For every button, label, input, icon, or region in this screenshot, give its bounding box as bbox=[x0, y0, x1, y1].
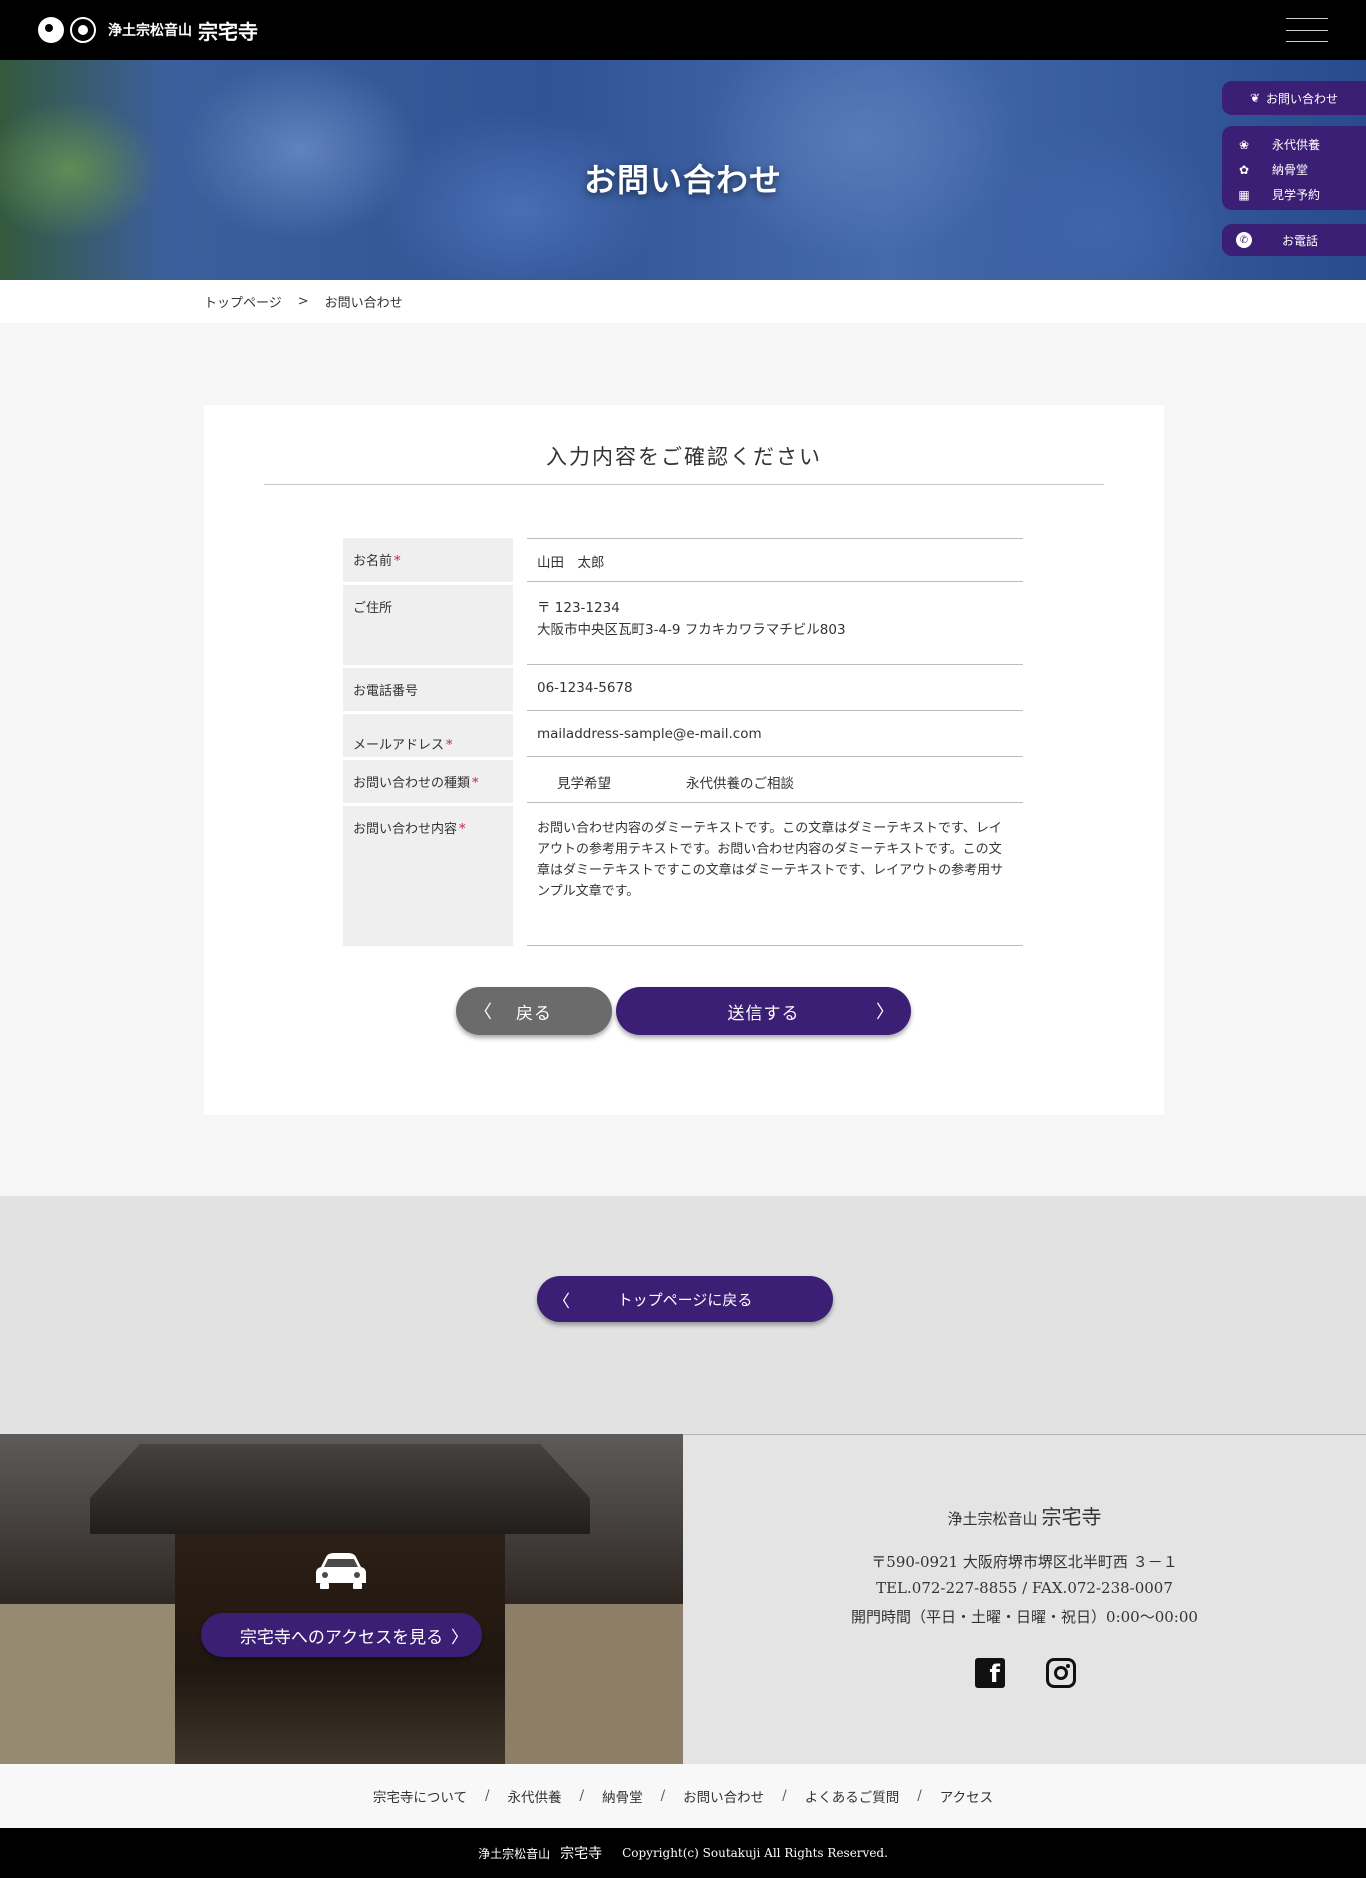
required-mark: * bbox=[394, 554, 401, 569]
chevron-left-icon: 〈 bbox=[474, 1002, 492, 1023]
flower-icon: ❦ bbox=[1249, 91, 1261, 105]
footer-link-contact[interactable]: お問い合わせ bbox=[683, 1786, 764, 1806]
postal-code: 〒 123-1234 bbox=[537, 600, 620, 616]
side-contact-button[interactable]: ❦ お問い合わせ bbox=[1222, 81, 1366, 115]
crest-icon bbox=[38, 17, 64, 43]
chevron-right-icon: 〉 bbox=[876, 1002, 895, 1023]
breadcrumb-bar: トップページ > お問い合わせ bbox=[0, 280, 1366, 323]
logo-sub-text: 浄土宗松音山 bbox=[108, 23, 192, 39]
back-button-label: 戻る bbox=[516, 1003, 552, 1024]
side-contact-label: お問い合わせ bbox=[1266, 91, 1339, 106]
back-button[interactable]: 〈 戻る bbox=[456, 987, 612, 1035]
footer-link-faq[interactable]: よくあるご質問 bbox=[805, 1786, 900, 1806]
table-row: お問い合わせ内容 * お問い合わせ内容のダミーテキストです。この文章はダミーテキス… bbox=[343, 806, 1023, 946]
confirm-table: お名前 * 山田 太郎 ご住所 〒 123-1234 大阪市中央区瓦町3-4-9 … bbox=[343, 538, 1023, 949]
field-label-address: ご住所 bbox=[343, 585, 513, 665]
temple-info: 浄土宗松音山 宗宅寺 〒590-0921 大阪府堺市堺区北半町西 ３－１ TEL.… bbox=[683, 1434, 1366, 1764]
field-value-type: 見学希望 永代供養のご相談 bbox=[527, 760, 1023, 803]
required-mark: * bbox=[459, 822, 466, 837]
breadcrumb-home-link[interactable]: トップページ bbox=[204, 292, 282, 311]
blossom-icon: ✿ bbox=[1238, 162, 1250, 177]
side-item-nokotsudo[interactable]: ✿ 納骨堂 bbox=[1222, 157, 1366, 182]
copyright-main: 宗宅寺 bbox=[560, 1846, 603, 1862]
copyright-bar: 浄土宗松音山 宗宅寺 Copyright(c) Soutakuji All Ri… bbox=[0, 1828, 1366, 1878]
footer-separator: / bbox=[579, 1788, 585, 1804]
social-links: f bbox=[975, 1658, 1076, 1688]
temple-name: 浄土宗松音山 宗宅寺 bbox=[947, 1505, 1102, 1529]
footer-link-nokotsudo[interactable]: 納骨堂 bbox=[602, 1786, 643, 1806]
field-label-content: お問い合わせ内容 * bbox=[343, 806, 513, 946]
side-menu-group: ❀ 永代供養 ✿ 納骨堂 ▦ 見学予約 bbox=[1222, 126, 1366, 210]
field-value-content: お問い合わせ内容のダミーテキストです。この文章はダミーテキストです、レイアウトの… bbox=[527, 806, 1023, 946]
site-header: 浄土宗松音山 宗宅寺 bbox=[0, 0, 1366, 60]
side-phone-button[interactable]: ✆ お電話 bbox=[1222, 224, 1366, 256]
side-item-label: 納骨堂 bbox=[1272, 163, 1309, 177]
footer-link-eitai[interactable]: 永代供養 bbox=[508, 1786, 562, 1806]
hamburger-menu-icon[interactable] bbox=[1286, 18, 1328, 42]
access-button-label: 宗宅寺へのアクセスを見る bbox=[239, 1627, 444, 1648]
table-row: お電話番号 06-1234-5678 bbox=[343, 668, 1023, 711]
hero-banner: お問い合わせ bbox=[0, 60, 1366, 280]
table-row: ご住所 〒 123-1234 大阪市中央区瓦町3-4-9 フカキカワラマチビル8… bbox=[343, 585, 1023, 665]
footer-separator: / bbox=[660, 1788, 666, 1804]
footer-separator: / bbox=[917, 1788, 922, 1804]
table-row: メールアドレス * mailaddress-sample@e-mail.com bbox=[343, 714, 1023, 757]
chevron-right-icon: 〉 bbox=[451, 1627, 468, 1648]
chevron-left-icon: 〈 bbox=[553, 1291, 570, 1312]
breadcrumb-current: お問い合わせ bbox=[324, 296, 403, 311]
field-label-email: メールアドレス * bbox=[343, 714, 513, 757]
field-label-type: お問い合わせの種類 * bbox=[343, 760, 513, 803]
send-button-label: 送信する bbox=[727, 1003, 800, 1024]
instagram-icon[interactable] bbox=[1046, 1658, 1076, 1688]
car-icon bbox=[314, 1551, 368, 1591]
logo-main-text: 宗宅寺 bbox=[198, 19, 258, 44]
table-row: お問い合わせの種類 * 見学希望 永代供養のご相談 bbox=[343, 760, 1023, 803]
crest-icon bbox=[70, 17, 96, 43]
side-phone-label: お電話 bbox=[1282, 233, 1319, 248]
breadcrumb-separator: > bbox=[297, 294, 309, 309]
table-row: お名前 * 山田 太郎 bbox=[343, 538, 1023, 582]
footer-separator: / bbox=[782, 1788, 787, 1804]
field-label-name: お名前 * bbox=[343, 538, 513, 582]
address-line: 大阪市中央区瓦町3-4-9 フカキカワラマチビル803 bbox=[537, 622, 846, 638]
required-mark: * bbox=[472, 776, 479, 791]
confirm-title: 入力内容をご確認ください bbox=[264, 441, 1104, 485]
return-top-button[interactable]: 〈 トップページに戻る bbox=[537, 1276, 833, 1322]
footer-link-access[interactable]: アクセス bbox=[940, 1786, 993, 1806]
temple-address: 〒590-0921 大阪府堺市堺区北半町西 ３－１ bbox=[871, 1553, 1178, 1571]
side-item-label: 永代供養 bbox=[1272, 138, 1321, 152]
required-mark: * bbox=[446, 738, 453, 753]
field-label-phone: お電話番号 bbox=[343, 668, 513, 711]
field-value-phone: 06-1234-5678 bbox=[527, 668, 1023, 711]
temple-tel-fax: TEL.072-227-8855 / FAX.072-238-0007 bbox=[876, 1579, 1173, 1597]
inquiry-type-item: 永代供養のご相談 bbox=[686, 776, 794, 792]
inquiry-type-item: 見学希望 bbox=[557, 776, 611, 792]
phone-icon: ✆ bbox=[1236, 232, 1252, 248]
site-logo[interactable]: 浄土宗松音山 宗宅寺 bbox=[38, 16, 258, 45]
return-top-label: トップページに戻る bbox=[617, 1290, 753, 1309]
footer-link-about[interactable]: 宗宅寺について bbox=[373, 1786, 467, 1806]
field-value-address: 〒 123-1234 大阪市中央区瓦町3-4-9 フカキカワラマチビル803 bbox=[527, 585, 1023, 665]
confirm-buttons: 〈 戻る 送信する 〉 bbox=[456, 987, 911, 1035]
facebook-icon[interactable]: f bbox=[975, 1658, 1005, 1688]
field-value-email: mailaddress-sample@e-mail.com bbox=[527, 714, 1023, 757]
send-button[interactable]: 送信する 〉 bbox=[616, 987, 911, 1035]
copyright-text: Copyright(c) Soutakuji All Rights Reserv… bbox=[622, 1846, 888, 1860]
side-item-visit[interactable]: ▦ 見学予約 bbox=[1222, 182, 1366, 207]
side-item-eitai[interactable]: ❀ 永代供養 bbox=[1222, 132, 1366, 157]
page-title: お問い合わせ bbox=[583, 161, 782, 199]
calendar-icon: ▦ bbox=[1238, 187, 1250, 202]
side-item-label: 見学予約 bbox=[1272, 188, 1321, 202]
temple-hours: 開門時間（平日・土曜・日曜・祝日）0:00〜00:00 bbox=[851, 1608, 1198, 1626]
access-button[interactable]: 宗宅寺へのアクセスを見る 〉 bbox=[201, 1613, 482, 1657]
confirm-card: 入力内容をご確認ください お名前 * 山田 太郎 ご住所 〒 123-1234 大… bbox=[204, 405, 1164, 1115]
field-value-name: 山田 太郎 bbox=[527, 538, 1023, 582]
temple-gate-photo bbox=[0, 1434, 683, 1764]
footer-separator: / bbox=[484, 1788, 490, 1804]
footer-nav: 宗宅寺について / 永代供養 / 納骨堂 / お問い合わせ / よくあるご質問 … bbox=[0, 1764, 1366, 1828]
lotus-icon: ❀ bbox=[1238, 137, 1250, 152]
breadcrumb: トップページ > お問い合わせ bbox=[204, 292, 403, 311]
copyright-sub: 浄土宗松音山 bbox=[478, 1846, 551, 1861]
